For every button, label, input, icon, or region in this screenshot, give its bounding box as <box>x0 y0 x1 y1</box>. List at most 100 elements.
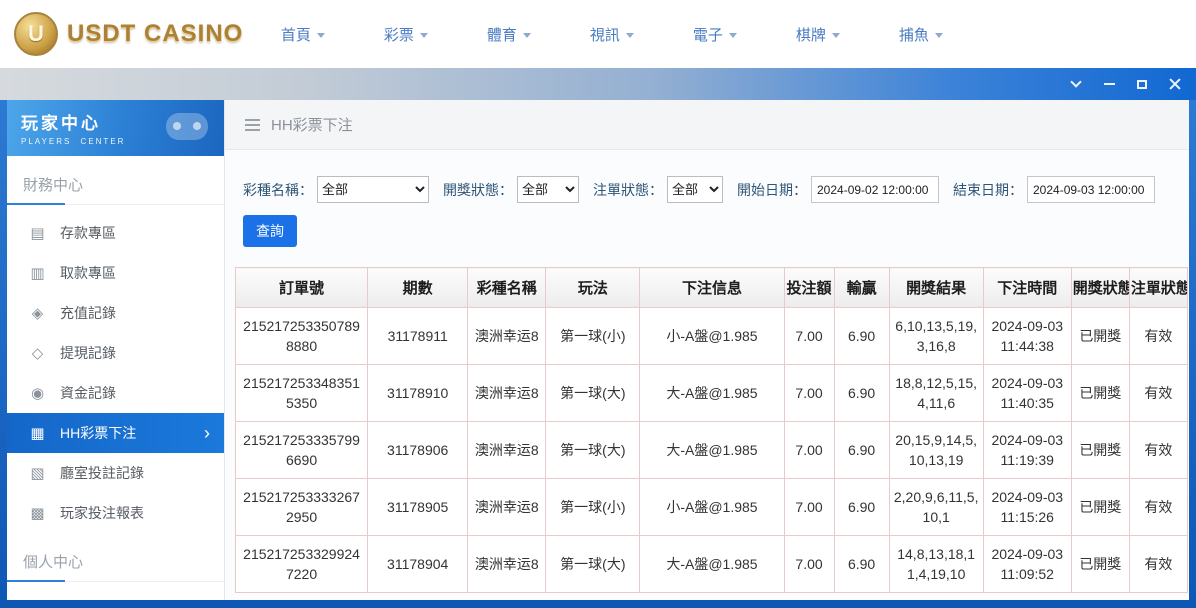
nav-item-4[interactable]: 視訊 <box>560 0 663 68</box>
sidebar-header: 玩家中心 PLAYERS CENTER <box>7 100 224 156</box>
column-header: 投注額 <box>784 268 834 308</box>
window-titlebar <box>0 68 1196 100</box>
recharge-icon: ◈ <box>29 304 46 322</box>
table-cell: 7.00 <box>784 308 834 365</box>
draw-status-filter-label: 開獎狀態： <box>443 180 513 200</box>
table-row: 215217253350789888031178911澳洲幸运8第一球(小)小-… <box>236 308 1188 365</box>
nav-item-3[interactable]: 體育 <box>457 0 560 68</box>
table-cell: 7.00 <box>784 479 834 536</box>
column-header: 彩種名稱 <box>468 268 546 308</box>
sidebar-item-hall-bet-records[interactable]: ▧ 廳室投註記錄 <box>7 453 224 493</box>
table-cell: 澳洲幸运8 <box>468 536 546 593</box>
hall-icon: ▧ <box>29 464 46 482</box>
page-header: HH彩票下注 <box>225 100 1189 150</box>
table-cell: 有效 <box>1129 479 1187 536</box>
gamepad-icon <box>166 113 208 140</box>
draw-status-select[interactable]: 全部 <box>517 176 579 203</box>
table-cell: 小-A盤@1.985 <box>640 479 784 536</box>
nav-item-label: 捕魚 <box>899 24 929 45</box>
table-header-row: 訂單號期數彩種名稱玩法下注信息投注額輸贏開獎結果下注時間開獎狀態注單狀態 <box>236 268 1188 308</box>
topbar: U USDT CASINO 首頁 彩票 體育 視訊電子棋牌 捕魚 <box>0 0 1196 68</box>
logo-initial: U <box>28 21 44 47</box>
column-header: 玩法 <box>546 268 640 308</box>
table-cell: 31178905 <box>368 479 468 536</box>
table-cell: 6.90 <box>834 308 889 365</box>
column-header: 開獎狀態 <box>1071 268 1129 308</box>
nav-item-label: 體育 <box>487 24 517 45</box>
table-row: 215217253335799669031178906澳洲幸运8第一球(大)大-… <box>236 422 1188 479</box>
sidebar-item-label: 玩家投注報表 <box>60 503 144 523</box>
nav-item-1[interactable]: 首頁 <box>251 0 354 68</box>
column-header: 訂單號 <box>236 268 368 308</box>
nav-item-5[interactable]: 電子 <box>663 0 766 68</box>
chevron-down-icon <box>420 33 428 38</box>
deposit-icon: ▤ <box>29 224 46 242</box>
nav-item-6[interactable]: 棋牌 <box>766 0 869 68</box>
chevron-down-icon <box>729 33 737 38</box>
window-maximize-icon[interactable] <box>1133 75 1151 93</box>
table-cell: 有效 <box>1129 536 1187 593</box>
table-row: 215217253348351535031178910澳洲幸运8第一球(大)大-… <box>236 365 1188 422</box>
table-cell: 2024-09-03 11:09:52 <box>983 536 1071 593</box>
column-header: 期數 <box>368 268 468 308</box>
screen: U USDT CASINO 首頁 彩票 體育 視訊電子棋牌 捕魚 玩家中心 PLAYER… <box>0 0 1196 608</box>
order-status-select[interactable]: 全部 <box>667 176 723 203</box>
window-minimize-icon[interactable] <box>1100 75 1118 93</box>
column-header: 開獎結果 <box>889 268 983 308</box>
page-title: HH彩票下注 <box>271 114 353 135</box>
table-cell: 31178906 <box>368 422 468 479</box>
cashout-icon: ◇ <box>29 344 46 362</box>
logo-icon: U <box>14 12 58 56</box>
table-cell: 大-A盤@1.985 <box>640 422 784 479</box>
window-close-icon[interactable] <box>1166 75 1184 93</box>
table-cell: 7.00 <box>784 536 834 593</box>
menu-toggle-icon[interactable] <box>245 116 260 134</box>
table-cell: 2152172533332672950 <box>236 479 368 536</box>
column-header: 下注時間 <box>983 268 1071 308</box>
table-cell: 6.90 <box>834 365 889 422</box>
window-rollup-icon[interactable] <box>1067 75 1085 93</box>
table-cell: 已開獎 <box>1071 308 1129 365</box>
table-cell: 有效 <box>1129 365 1187 422</box>
sidebar-section-label: 個人中心 <box>7 533 224 582</box>
table-cell: 2024-09-03 11:15:26 <box>983 479 1071 536</box>
table-cell: 31178911 <box>368 308 468 365</box>
sidebar-item-withdrawal-records[interactable]: ◇提現記錄 <box>7 333 224 373</box>
table-cell: 2152172533357996690 <box>236 422 368 479</box>
sidebar-item-deposit-area[interactable]: ▤ 存款專區 <box>7 213 224 253</box>
funds-icon: ◉ <box>29 384 46 402</box>
table-cell: 18,8,12,5,15,4,11,6 <box>889 365 983 422</box>
table-cell: 小-A盤@1.985 <box>640 308 784 365</box>
start-date-input[interactable] <box>811 176 939 203</box>
nav-item-2[interactable]: 彩票 <box>354 0 457 68</box>
main-content: HH彩票下注 彩種名稱： 全部 開獎狀態： 全部 注單狀態： 全部 開始日期： <box>225 100 1189 600</box>
sidebar-item-hh-lottery-bets[interactable]: ▦HH彩票下注› <box>7 413 224 453</box>
table-cell: 大-A盤@1.985 <box>640 365 784 422</box>
logo[interactable]: U USDT CASINO <box>14 12 243 56</box>
table-cell: 澳洲幸运8 <box>468 422 546 479</box>
table-cell: 有效 <box>1129 422 1187 479</box>
table-cell: 2152172533507898880 <box>236 308 368 365</box>
sidebar-item-messages[interactable]: ◎消息公告 <box>7 590 224 600</box>
sidebar-item-label: HH彩票下注 <box>60 423 136 443</box>
column-header: 下注信息 <box>640 268 784 308</box>
table-cell: 31178904 <box>368 536 468 593</box>
sidebar-item-funds-records[interactable]: ◉資金記錄 <box>7 373 224 413</box>
nav-item-label: 彩票 <box>384 24 414 45</box>
sidebar-item-player-bet-report[interactable]: ▩玩家投注報表 <box>7 493 224 533</box>
lottery-select[interactable]: 全部 <box>317 176 429 203</box>
sidebar-item-label: 廳室投註記錄 <box>60 463 144 483</box>
table-cell: 14,8,13,18,11,4,19,10 <box>889 536 983 593</box>
sidebar-item-recharge-records[interactable]: ◈充值記錄 <box>7 293 224 333</box>
chevron-down-icon <box>832 33 840 38</box>
sidebar-item-withdraw-area[interactable]: ▥取款專區 <box>7 253 224 293</box>
end-date-input[interactable] <box>1027 176 1155 203</box>
nav-item-7[interactable]: 捕魚 <box>869 0 972 68</box>
search-button[interactable]: 查詢 <box>243 215 297 247</box>
column-header: 注單狀態 <box>1129 268 1187 308</box>
window-controls <box>1067 68 1184 100</box>
table-cell: 6.90 <box>834 422 889 479</box>
sidebar-item-label: 存款專區 <box>60 223 116 243</box>
end-date-label: 結束日期： <box>953 180 1023 200</box>
app-window: 玩家中心 PLAYERS CENTER 財務中心▤存款專區▥取款專區◈充值記錄◇… <box>0 68 1196 608</box>
